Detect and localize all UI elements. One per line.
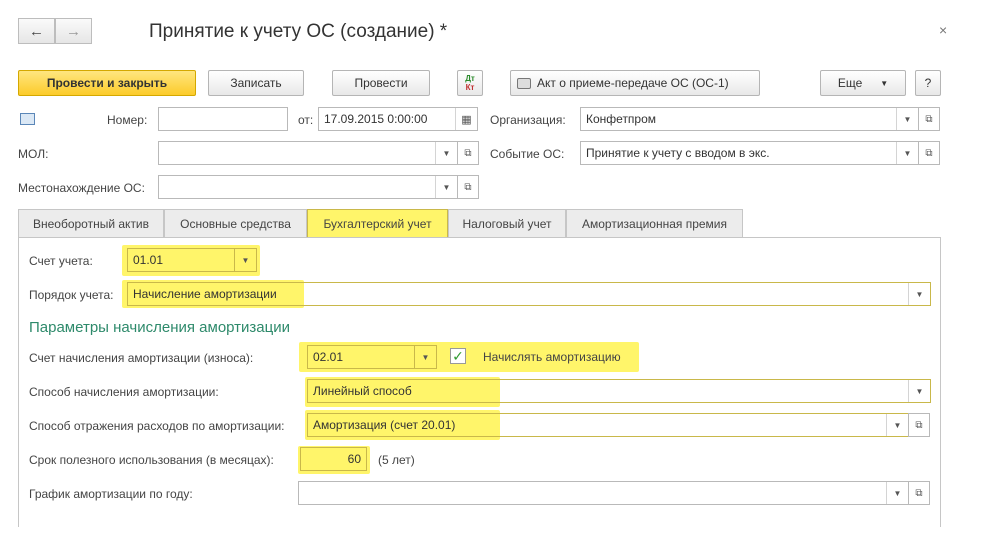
- print-act-button[interactable]: Акт о приеме-передаче ОС (ОС-1): [510, 70, 760, 96]
- back-arrow-icon: ←: [29, 22, 44, 40]
- method-label: Способ начисления амортизации:: [29, 385, 219, 399]
- useful-life-years: (5 лет): [378, 453, 415, 467]
- chevron-down-icon[interactable]: ▼: [908, 380, 930, 402]
- mol-select[interactable]: ▼: [158, 141, 458, 165]
- document-icon: [20, 113, 35, 125]
- chevron-down-icon[interactable]: ▼: [886, 482, 908, 504]
- useful-life-input[interactable]: 60: [300, 447, 367, 471]
- method-select[interactable]: Линейный способ ▼: [307, 379, 931, 403]
- order-label: Порядок учета:: [29, 288, 114, 302]
- open-icon[interactable]: ⧉: [457, 141, 479, 165]
- kt-icon: Кт: [465, 83, 475, 92]
- location-select[interactable]: ▼: [158, 175, 458, 199]
- open-icon[interactable]: ⧉: [908, 413, 930, 437]
- open-icon[interactable]: ⧉: [457, 175, 479, 199]
- open-icon[interactable]: ⧉: [918, 107, 940, 131]
- chevron-down-icon[interactable]: ▼: [234, 249, 256, 271]
- number-label: Номер:: [107, 113, 148, 127]
- forward-arrow-icon: →: [66, 22, 81, 40]
- tab-tax-accounting[interactable]: Налоговый учет: [448, 209, 566, 237]
- chevron-down-icon[interactable]: ▼: [896, 108, 918, 130]
- account-select[interactable]: 01.01 ▼: [127, 248, 257, 272]
- account-label: Счет учета:: [29, 254, 93, 268]
- tab-noncurrent-asset[interactable]: Внеоборотный актив: [18, 209, 164, 237]
- accrue-depreciation-label: Начислять амортизацию: [483, 350, 621, 364]
- post-button[interactable]: Провести: [332, 70, 430, 96]
- chevron-down-icon[interactable]: ▼: [435, 142, 457, 164]
- save-button[interactable]: Записать: [208, 70, 304, 96]
- account-value: 01.01: [133, 253, 164, 267]
- more-arrow-icon: ▼: [880, 78, 889, 88]
- tab-depreciation-bonus[interactable]: Амортизационная премия: [566, 209, 743, 237]
- event-select[interactable]: Принятие к учету с вводом в экс. ▼: [580, 141, 919, 165]
- method-value: Линейный способ: [313, 384, 412, 398]
- chevron-down-icon[interactable]: ▼: [414, 346, 436, 368]
- organization-label: Организация:: [490, 113, 566, 127]
- post-and-close-button[interactable]: Провести и закрыть: [18, 70, 196, 96]
- date-from-label: от:: [298, 113, 314, 127]
- back-button[interactable]: ←: [18, 18, 55, 44]
- tab-accounting[interactable]: Бухгалтерский учет: [307, 209, 448, 237]
- event-label: Событие ОС:: [490, 147, 565, 161]
- chevron-down-icon[interactable]: ▼: [908, 283, 930, 305]
- expense-select[interactable]: Амортизация (счет 20.01) ▼: [307, 413, 909, 437]
- dt-kt-button[interactable]: Дт Кт: [457, 70, 483, 96]
- depr-account-label: Счет начисления амортизации (износа):: [29, 351, 254, 365]
- help-button[interactable]: ?: [915, 70, 941, 96]
- order-select[interactable]: Начисление амортизации ▼: [127, 282, 931, 306]
- event-value: Принятие к учету с вводом в экс.: [586, 146, 770, 160]
- order-value: Начисление амортизации: [133, 287, 277, 301]
- organization-select[interactable]: Конфетпром ▼: [580, 107, 919, 131]
- open-icon[interactable]: ⧉: [908, 481, 930, 505]
- accrue-depreciation-checkbox[interactable]: ✓: [450, 348, 466, 364]
- mol-label: МОЛ:: [18, 147, 49, 161]
- location-label: Местонахождение ОС:: [18, 181, 145, 195]
- chevron-down-icon[interactable]: ▼: [896, 142, 918, 164]
- tab-fixed-assets[interactable]: Основные средства: [164, 209, 307, 237]
- organization-value: Конфетпром: [586, 112, 657, 126]
- window-title: Принятие к учету ОС (создание) *: [149, 21, 448, 42]
- schedule-label: График амортизации по году:: [29, 487, 193, 501]
- number-input[interactable]: [158, 107, 288, 131]
- depreciation-section-title: Параметры начисления амортизации: [29, 319, 290, 336]
- chevron-down-icon[interactable]: ▼: [886, 414, 908, 436]
- date-input[interactable]: 17.09.2015 0:00:00 ▦: [318, 107, 478, 131]
- depr-account-value: 02.01: [313, 350, 344, 364]
- calendar-icon[interactable]: ▦: [455, 108, 477, 130]
- chevron-down-icon[interactable]: ▼: [435, 176, 457, 198]
- depr-account-select[interactable]: 02.01 ▼: [307, 345, 437, 369]
- date-value: 17.09.2015 0:00:00: [324, 112, 428, 126]
- print-act-label: Акт о приеме-передаче ОС (ОС-1): [537, 76, 729, 90]
- printer-icon: [517, 77, 531, 89]
- more-label: Еще: [837, 76, 863, 90]
- close-icon[interactable]: ×: [939, 22, 947, 38]
- forward-button[interactable]: →: [55, 18, 92, 44]
- expense-value: Амортизация (счет 20.01): [313, 418, 456, 432]
- open-icon[interactable]: ⧉: [918, 141, 940, 165]
- schedule-select[interactable]: ▼: [298, 481, 909, 505]
- dt-icon: Дт: [465, 74, 475, 83]
- more-button[interactable]: Еще ▼: [820, 70, 906, 96]
- useful-life-label: Срок полезного использования (в месяцах)…: [29, 453, 274, 467]
- expense-label: Способ отражения расходов по амортизации…: [29, 419, 285, 433]
